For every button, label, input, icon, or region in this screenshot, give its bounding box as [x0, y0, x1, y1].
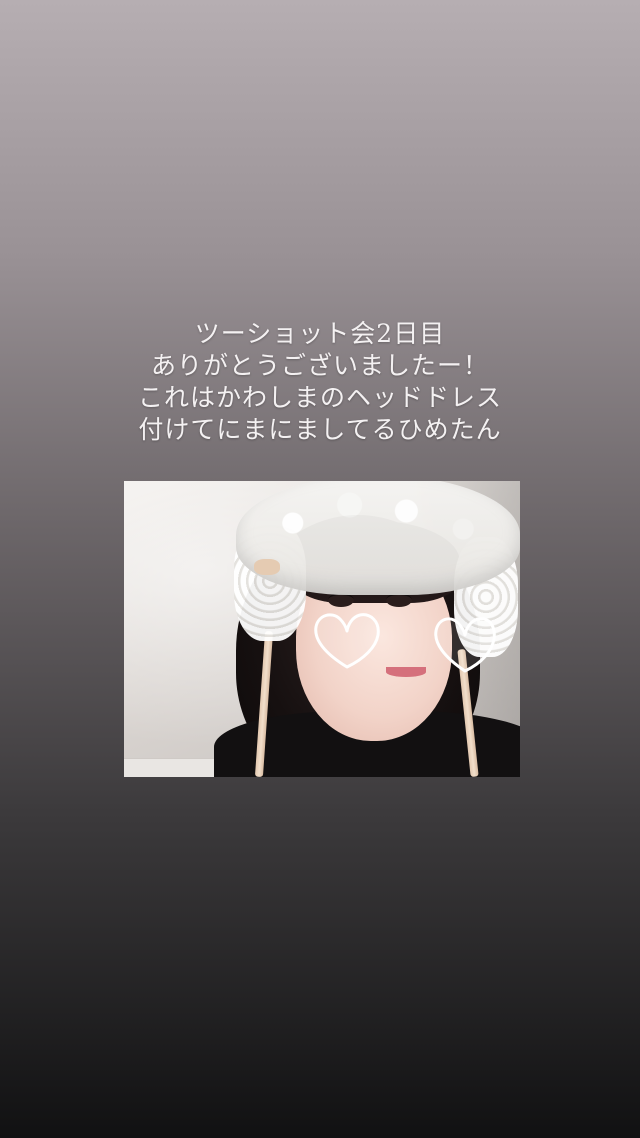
left-eye	[328, 593, 354, 607]
caption-line-3: これはかわしまのヘッドドレス	[137, 383, 502, 412]
heart-sticker-icon	[434, 617, 496, 673]
heart-sticker-icon	[314, 613, 380, 669]
right-eye	[386, 593, 412, 607]
ribbon-bow	[254, 559, 280, 575]
selfie-photo	[124, 481, 520, 777]
story-screen: ツーショット会2日目 ありがとうございましたー！ これはかわしまのヘッドドレス …	[0, 0, 640, 1138]
mouth	[386, 667, 426, 677]
lace-headdress	[236, 481, 520, 595]
caption-line-4: 付けてにまにましてるひめたん	[138, 415, 502, 444]
caption-line-1: ツーショット会2日目	[194, 319, 446, 348]
story-caption: ツーショット会2日目 ありがとうございましたー！ これはかわしまのヘッドドレス …	[0, 318, 640, 446]
caption-line-2: ありがとうございましたー！	[150, 351, 489, 380]
